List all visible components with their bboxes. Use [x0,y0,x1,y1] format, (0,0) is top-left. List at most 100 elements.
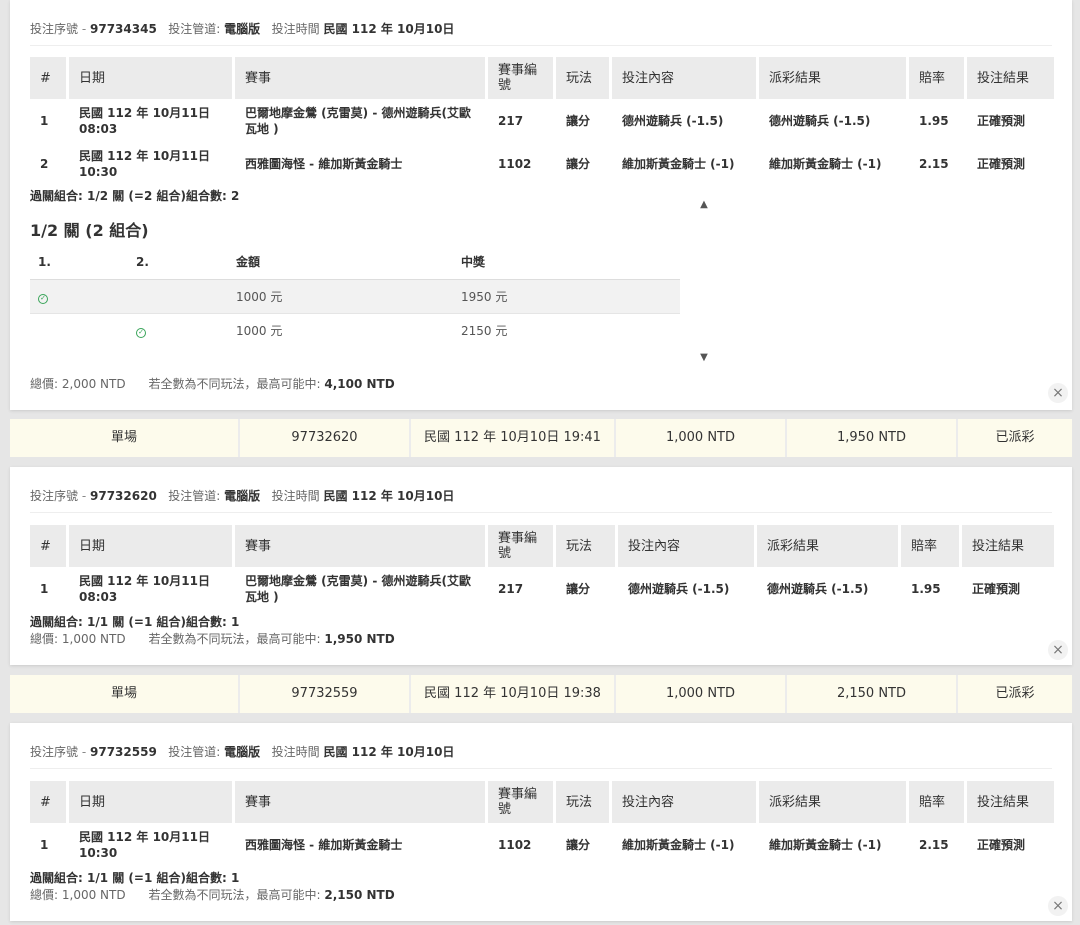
combo-scrollbar[interactable]: ▲ ▼ [697,198,711,365]
chevron-up-icon[interactable]: ▲ [697,198,711,212]
summary-serial: 97732620 [240,419,411,457]
combo-title: 1/2 關 (2 組合) [30,221,149,240]
bet-table: # 日期 賽事 賽事編號 玩法 投注內容 派彩結果 賠率 投注結果 1 民國 1… [30,781,1054,867]
table-row: 2 民國 112 年 10月11日 10:30 西雅圖海怪 - 維加斯黃金騎士 1… [30,143,1054,185]
time-value: 民國 112 年 10月10日 [323,745,455,759]
col-type: 玩法 [556,525,618,567]
col-no: # [30,781,69,823]
row-pick: 維加斯黃金騎士 (-1) [622,157,735,171]
summary-serial: 97732559 [240,675,411,713]
close-icon[interactable]: × [1048,640,1068,660]
serial-value: 97734345 [90,22,157,36]
summary-time: 民國 112 年 10月10日 19:38 [411,675,616,713]
table-row: 1 民國 112 年 10月11日 10:30 西雅圖海怪 - 維加斯黃金騎士 1… [30,823,1054,867]
col-odds: 賠率 [909,57,967,99]
row-outcome: 正確預測 [977,114,1026,128]
combo-summary: 過關組合: 1/1 關 (=1 組合)組合數: 1 [30,615,240,629]
bet-summary-bar[interactable]: 單場 97732559 民國 112 年 10月10日 19:38 1,000 … [10,675,1072,713]
row-type: 讓分 [566,582,591,596]
col-pick: 投注內容 [612,781,759,823]
row-pick: 德州遊騎兵 (-1.5) [622,114,724,128]
combo-col-win: 中獎 [453,245,680,280]
time-label: 投注時間 [271,489,320,503]
channel-label: 投注管道: [168,22,221,36]
col-pick: 投注內容 [612,57,759,99]
row-no: 1 [40,838,49,852]
row-outcome: 正確預測 [972,582,1021,596]
serial-label: 投注序號 [30,745,79,759]
row-result: 德州遊騎兵 (-1.5) [767,582,869,596]
total-line: 總價: 1,000 NTD 若全數為不同玩法，最高可能中: 2,150 NTD [30,888,395,902]
row-outcome: 正確預測 [977,838,1026,852]
summary-status: 已派彩 [995,430,1035,445]
row-result: 德州遊騎兵 (-1.5) [769,114,871,128]
row-game: 西雅圖海怪 - 維加斯黃金騎士 [245,838,403,852]
table-row: 1 民國 112 年 10月11日 08:03 巴爾地摩金鶯 (克雷莫) - 德州… [30,99,1054,143]
col-result: 派彩結果 [759,781,909,823]
channel-value: 電腦版 [224,489,261,503]
combo-row: ✓ 1000 元 1950 元 [30,279,680,314]
bet-detail-panel: 投注序號 - 97732620 投注管道: 電腦版 投注時間 民國 112 年 … [10,467,1072,665]
col-outcome: 投注結果 [967,57,1054,99]
col-code: 賽事編號 [488,525,556,567]
bet-meta: 投注序號 - 97732559 投注管道: 電腦版 投注時間 民國 112 年 … [30,745,455,759]
col-game: 賽事 [235,57,488,99]
chevron-down-icon[interactable]: ▼ [697,351,711,365]
summary-kind: 單場 [10,419,240,457]
bet-meta: 投注序號 - 97732620 投注管道: 電腦版 投注時間 民國 112 年 … [30,489,455,503]
table-header: # 日期 賽事 賽事編號 玩法 投注內容 派彩結果 賠率 投注結果 [30,781,1054,823]
time-label: 投注時間 [271,22,320,36]
divider [30,768,1052,769]
row-date: 民國 112 年 10月11日 08:03 [79,106,210,136]
table-row: 1 民國 112 年 10月11日 08:03 巴爾地摩金鶯 (克雷莫) - 德州… [30,567,1054,611]
row-game: 巴爾地摩金鶯 (克雷莫) - 德州遊騎兵(艾歐瓦地 ) [245,574,471,604]
bet-table: # 日期 賽事 賽事編號 玩法 投注內容 派彩結果 賠率 投注結果 1 民國 1… [30,57,1054,185]
summary-time: 民國 112 年 10月10日 19:41 [411,419,616,457]
row-date: 民國 112 年 10月11日 10:30 [79,830,210,860]
col-game: 賽事 [235,525,488,567]
col-type: 玩法 [556,57,612,99]
row-code: 1102 [498,838,532,852]
close-icon[interactable]: × [1048,383,1068,403]
summary-payout: 1,950 NTD [787,419,958,457]
col-result: 派彩結果 [757,525,901,567]
col-outcome: 投注結果 [967,781,1054,823]
close-icon[interactable]: × [1048,896,1068,916]
row-odds: 1.95 [911,582,941,596]
time-value: 民國 112 年 10月10日 [323,22,455,36]
channel-value: 電腦版 [224,22,261,36]
bet-summary-bar[interactable]: 單場 97732620 民國 112 年 10月10日 19:41 1,000 … [10,419,1072,457]
col-code: 賽事編號 [488,781,556,823]
row-odds: 2.15 [919,157,949,171]
divider [30,512,1052,513]
combo-col-leg1: 1. [30,245,128,280]
row-pick: 維加斯黃金騎士 (-1) [622,838,735,852]
serial-label: 投注序號 [30,22,79,36]
row-type: 讓分 [566,838,591,852]
row-type: 讓分 [566,157,591,171]
combo-table: 1. 2. 金額 中獎 ✓ 1000 元 1950 元 ✓ 1000 元 215… [30,245,680,347]
col-game: 賽事 [235,781,488,823]
combo-row: ✓ 1000 元 2150 元 [30,313,680,347]
row-code: 217 [498,114,524,128]
row-type: 讓分 [566,114,591,128]
row-code: 1102 [498,157,532,171]
row-odds: 2.15 [919,838,949,852]
channel-label: 投注管道: [168,745,221,759]
col-odds: 賠率 [901,525,962,567]
check-circle-icon: ✓ [38,293,48,304]
summary-payout: 2,150 NTD [787,675,958,713]
col-date: 日期 [69,525,235,567]
row-code: 217 [498,582,524,596]
row-no: 1 [40,582,49,596]
col-type: 玩法 [556,781,612,823]
col-outcome: 投注結果 [962,525,1054,567]
table-header: # 日期 賽事 賽事編號 玩法 投注內容 派彩結果 賠率 投注結果 [30,57,1054,99]
bet-table: # 日期 賽事 賽事編號 玩法 投注內容 派彩結果 賠率 投注結果 1 民國 1… [30,525,1054,611]
row-date: 民國 112 年 10月11日 10:30 [79,149,210,179]
time-label: 投注時間 [271,745,320,759]
serial-value: 97732620 [90,489,157,503]
col-code: 賽事編號 [488,57,556,99]
combo-amount: 1000 元 [236,323,283,338]
summary-stake: 1,000 NTD [616,675,787,713]
